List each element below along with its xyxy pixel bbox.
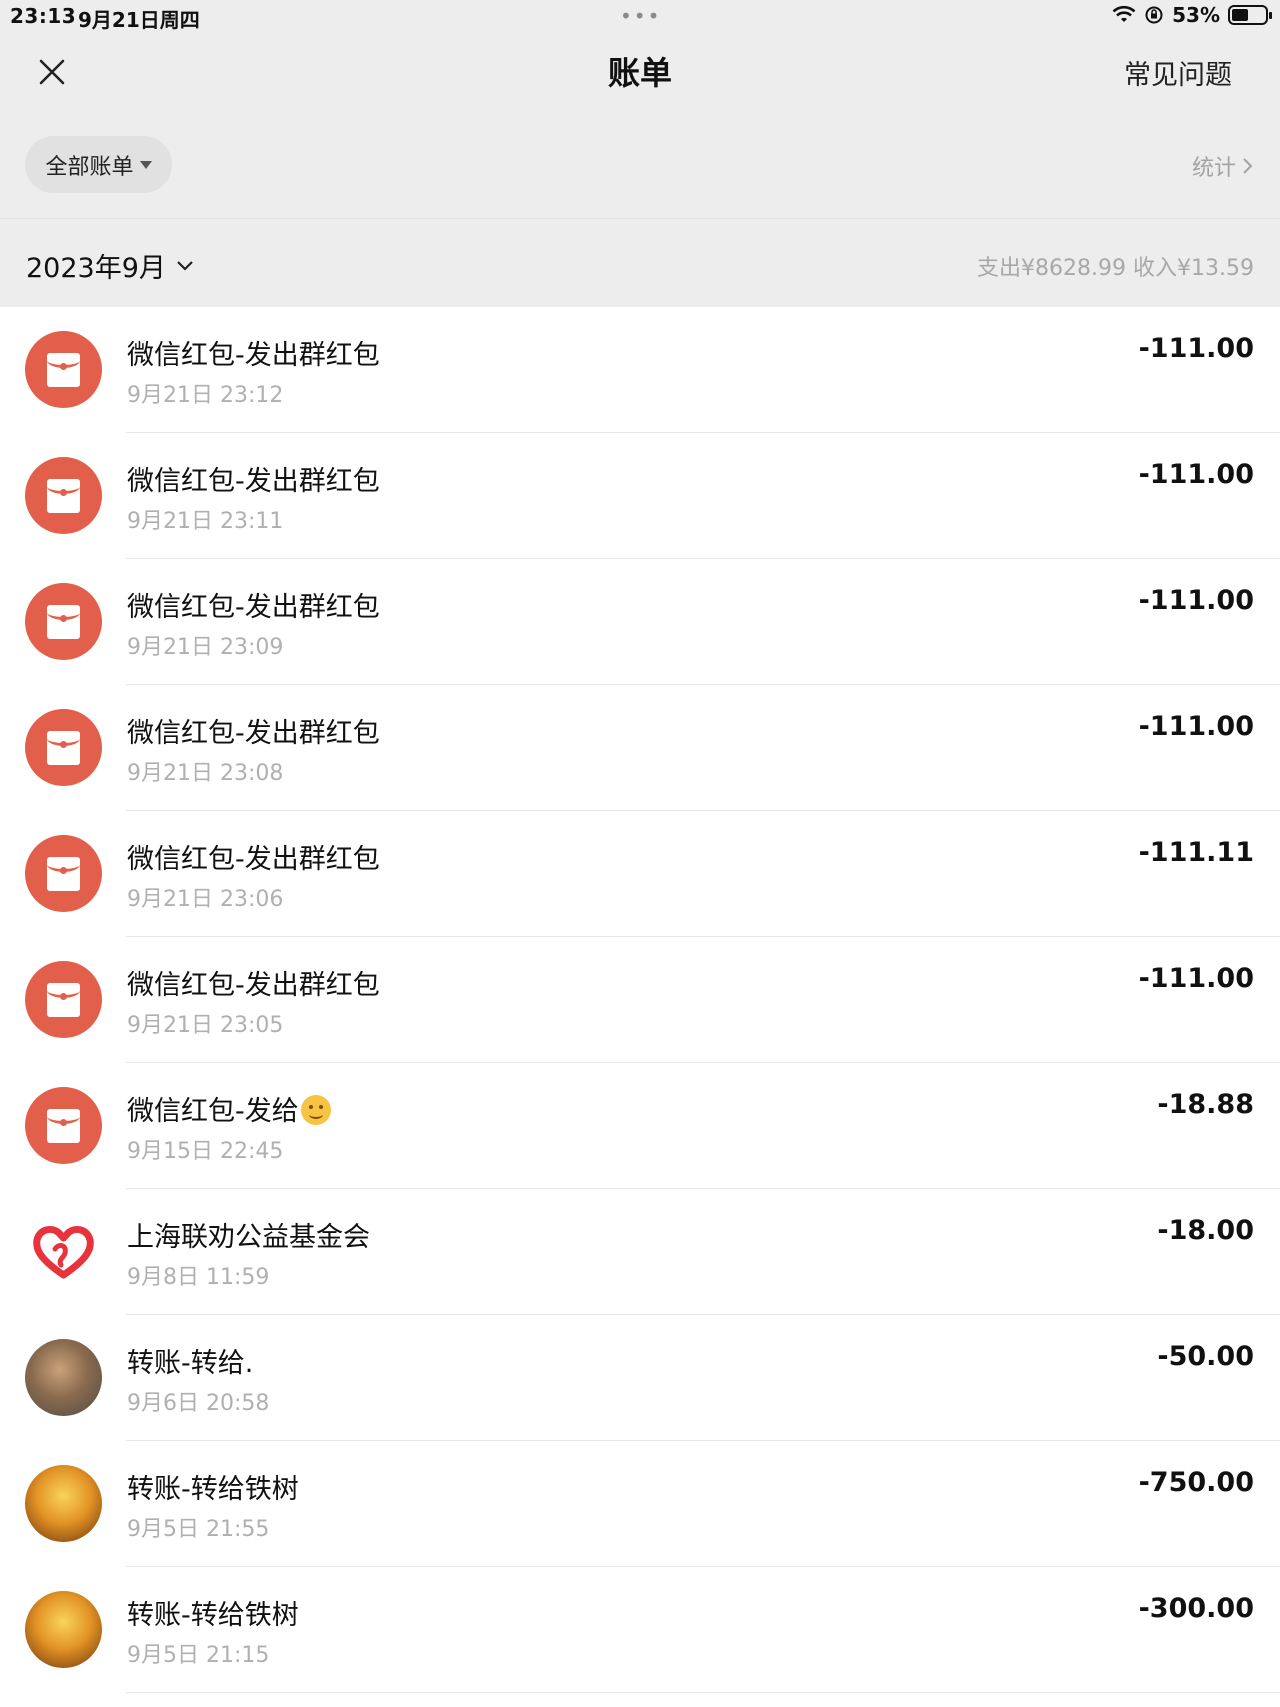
red-packet-icon <box>25 709 102 786</box>
transaction-title: 微信红包-发出群红包 <box>127 970 380 1001</box>
transaction-row[interactable]: 微信红包-发出群红包 9月21日 23:06 -111.11 <box>0 811 1280 937</box>
transaction-row[interactable]: 微信红包-发给 9月15日 22:45 -18.88 <box>0 1063 1280 1189</box>
transaction-time: 9月21日 23:11 <box>127 509 284 534</box>
transaction-amount: -111.00 <box>1138 585 1254 616</box>
transaction-title: 转账-转给铁树 <box>127 1600 299 1631</box>
page-title: 账单 <box>607 54 672 92</box>
caret-down-icon <box>139 160 152 169</box>
chevron-down-icon <box>177 260 193 271</box>
transaction-time: 9月5日 21:15 <box>127 1643 270 1668</box>
charity-heart-icon <box>25 1213 102 1290</box>
transaction-time: 9月15日 22:45 <box>127 1139 284 1164</box>
red-packet-icon <box>25 457 102 534</box>
transaction-amount: -18.88 <box>1157 1089 1254 1120</box>
header-area: 23:13 9月21日周四 ••• 53% 账单 常见问题 全部账单 统计 20… <box>0 0 1280 307</box>
transaction-time: 9月21日 23:09 <box>127 635 284 660</box>
status-indicators: 53% <box>1112 3 1272 27</box>
transaction-row[interactable]: 微信红包-发出群红包 9月21日 23:12 -111.00 <box>0 307 1280 433</box>
transaction-title: 微信红包-发出群红包 <box>127 340 380 371</box>
transaction-amount: -300.00 <box>1138 1593 1254 1624</box>
transaction-time: 9月21日 23:08 <box>127 761 284 786</box>
transaction-title: 微信红包-发出群红包 <box>127 718 380 749</box>
transaction-title: 微信红包-发给 <box>127 1096 299 1127</box>
transaction-title-wrapper: 微信红包-发给 <box>127 1089 331 1128</box>
month-label: 2023年9月 <box>26 253 166 284</box>
battery-icon <box>1228 5 1272 25</box>
statistics-link[interactable]: 统计 <box>1192 150 1254 182</box>
divider <box>0 218 1280 219</box>
transaction-amount: -18.00 <box>1157 1215 1254 1246</box>
transaction-amount: -111.00 <box>1138 963 1254 994</box>
transaction-time: 9月21日 23:12 <box>127 383 284 408</box>
transaction-row[interactable]: 转账-转给铁树 9月5日 21:55 -750.00 <box>0 1441 1280 1567</box>
transaction-title: 微信红包-发出群红包 <box>127 844 380 875</box>
transaction-time: 9月8日 11:59 <box>127 1265 270 1290</box>
red-packet-icon <box>25 583 102 660</box>
red-packet-icon <box>25 835 102 912</box>
smiley-emoji-icon <box>300 1095 331 1125</box>
transaction-amount: -111.00 <box>1138 711 1254 742</box>
status-time: 23:13 <box>10 4 77 28</box>
multitask-dots-icon[interactable]: ••• <box>620 4 661 28</box>
transaction-amount: -50.00 <box>1157 1341 1254 1372</box>
red-packet-icon <box>25 331 102 408</box>
transaction-title: 转账-转给铁树 <box>127 1474 299 1505</box>
faq-link[interactable]: 常见问题 <box>1124 53 1232 92</box>
month-summary: 支出¥8628.99 收入¥13.59 <box>977 256 1254 281</box>
transaction-amount: -111.00 <box>1138 333 1254 364</box>
status-date: 9月21日周四 <box>78 8 200 32</box>
red-packet-icon <box>25 1087 102 1164</box>
red-packet-icon <box>25 961 102 1038</box>
transaction-time: 9月21日 23:05 <box>127 1013 284 1038</box>
avatar <box>25 1339 102 1416</box>
transaction-row[interactable]: 微信红包-发出群红包 9月21日 23:11 -111.00 <box>0 433 1280 559</box>
battery-percent: 53% <box>1172 3 1220 27</box>
transaction-title: 转账-转给. <box>127 1348 254 1379</box>
transaction-time: 9月21日 23:06 <box>127 887 284 912</box>
month-selector[interactable]: 2023年9月 <box>26 246 194 285</box>
transaction-amount: -111.00 <box>1138 459 1254 490</box>
transaction-row[interactable]: 微信红包-发出群红包 9月21日 23:05 -111.00 <box>0 937 1280 1063</box>
transaction-title: 微信红包-发出群红包 <box>127 592 380 623</box>
transaction-title: 微信红包-发出群红包 <box>127 466 380 497</box>
transaction-time: 9月6日 20:58 <box>127 1391 270 1416</box>
transaction-amount: -111.11 <box>1138 837 1254 868</box>
transaction-amount: -750.00 <box>1138 1467 1254 1498</box>
transaction-row[interactable]: 微信红包-发出群红包 9月21日 23:08 -111.00 <box>0 685 1280 811</box>
transaction-time: 9月5日 21:55 <box>127 1517 270 1542</box>
bill-filter-label: 全部账单 <box>45 154 134 180</box>
transaction-row[interactable]: 上海联劝公益基金会 9月8日 11:59 -18.00 <box>0 1189 1280 1315</box>
transaction-row[interactable]: 微信红包-发出群红包 9月21日 23:09 -111.00 <box>0 559 1280 685</box>
transaction-title: 上海联劝公益基金会 <box>127 1222 370 1253</box>
avatar <box>25 1591 102 1668</box>
transaction-row[interactable]: 转账-转给铁树 9月5日 21:15 -300.00 <box>0 1567 1280 1693</box>
chevron-right-icon <box>1243 158 1253 174</box>
statistics-label: 统计 <box>1191 156 1236 181</box>
transaction-row[interactable]: 转账-转给. 9月6日 20:58 -50.00 <box>0 1315 1280 1441</box>
transaction-list: 微信红包-发出群红包 9月21日 23:12 -111.00 微信红包-发出群红… <box>0 307 1280 1693</box>
rotation-lock-icon <box>1145 6 1163 24</box>
bill-filter-button[interactable]: 全部账单 <box>25 136 172 193</box>
avatar <box>25 1465 102 1542</box>
wifi-icon <box>1112 6 1136 22</box>
